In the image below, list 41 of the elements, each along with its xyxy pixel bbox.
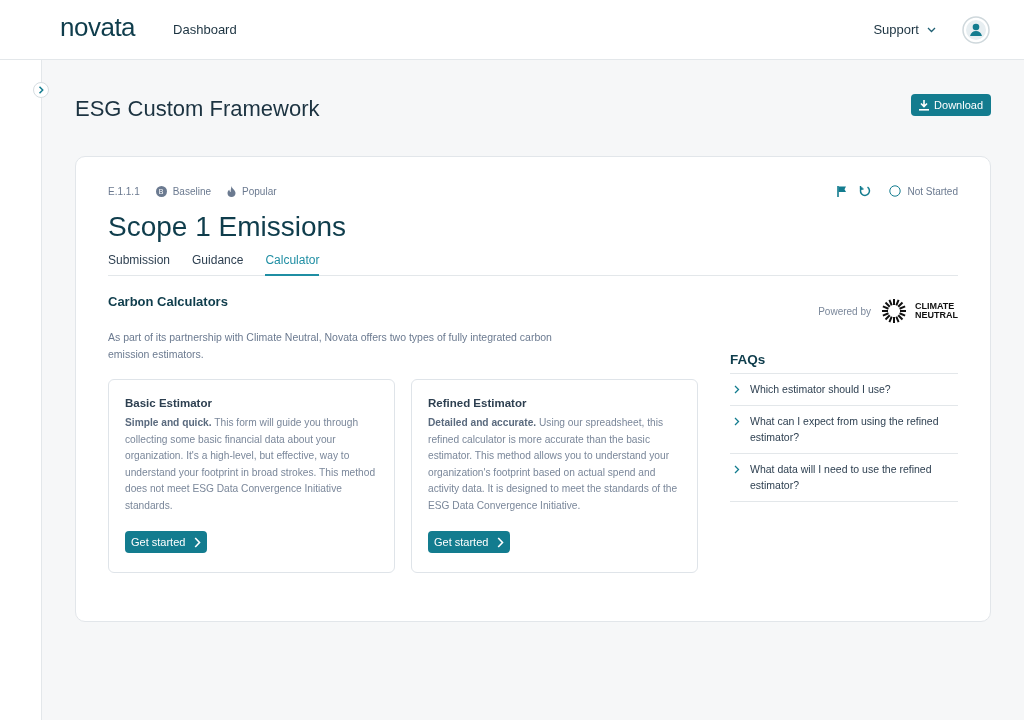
metric-title: Scope 1 Emissions — [108, 211, 348, 243]
powered-by-label: Powered by — [818, 305, 871, 317]
page-title: ESG Custom Framework — [75, 96, 320, 122]
faq-item[interactable]: What data will I need to use the refined estimator? — [730, 453, 958, 502]
download-icon — [919, 99, 930, 111]
estimator-description: Simple and quick. This form will guide you through collecting some basic financial data about your organization. It's a high-level, but effective, way to understand your footprint in broad strokes. This method does not meet ESG Data Convergence Initiative standards. — [125, 416, 377, 513]
tab[interactable]: Calculator — [265, 253, 320, 276]
tab[interactable]: Submission — [108, 253, 171, 276]
tag-label: Baseline — [172, 185, 212, 197]
chevron-right-icon — [734, 464, 740, 474]
flame-icon — [227, 185, 237, 197]
partner-logo-text: CLIMATE NEUTRAL — [915, 302, 958, 320]
nav-link[interactable]: Dashboard — [173, 22, 237, 37]
chevron-down-icon — [927, 26, 936, 33]
metric-code: E.1.1.1 — [108, 185, 140, 197]
flag-icon[interactable] — [837, 185, 848, 197]
download-button[interactable]: Download — [911, 94, 991, 116]
get-started-button[interactable]: Get started — [428, 531, 511, 553]
status-label: Not Started — [907, 185, 958, 197]
status-circle-icon — [889, 185, 902, 197]
user-avatar-icon[interactable] — [962, 15, 990, 44]
novata-logo[interactable]: novata — [60, 12, 136, 43]
intro-text: As part of its partnership with Climate Neutral, Novata offers two types of fully integrated carbon emission estimators. — [108, 330, 553, 362]
estimator-title: Refined Estimator — [428, 397, 528, 409]
chevron-right-icon — [734, 416, 740, 426]
faq-item[interactable]: Which estimator should I use? — [730, 374, 958, 406]
get-started-button[interactable]: Get started — [125, 531, 208, 553]
support-menu[interactable]: Support — [867, 21, 942, 38]
estimator-title: Basic Estimator — [125, 397, 213, 409]
tab[interactable]: Guidance — [192, 253, 244, 276]
chevron-right-icon — [194, 536, 202, 548]
faq-item[interactable]: What can I expect from using the refined estimator? — [730, 405, 958, 454]
chevron-right-icon — [497, 536, 505, 548]
sunburst-logo-icon — [881, 298, 907, 324]
refresh-icon[interactable] — [859, 185, 872, 197]
section-title: Carbon Calculators — [108, 294, 229, 309]
chevron-right-icon — [734, 385, 740, 394]
estimator-description: Detailed and accurate. Using our spreadsheet, this refined calculator is more accurate than the basic estimator. This method allows you to understand your organization's footprint based on actual spend and activity data. It is designed to meet the standards of the ESG Data Convergence Initiative. — [428, 416, 679, 513]
chevron-right-icon[interactable] — [33, 82, 49, 98]
faqs-title: FAQs — [730, 352, 767, 367]
tag-label: Popular — [242, 185, 277, 197]
